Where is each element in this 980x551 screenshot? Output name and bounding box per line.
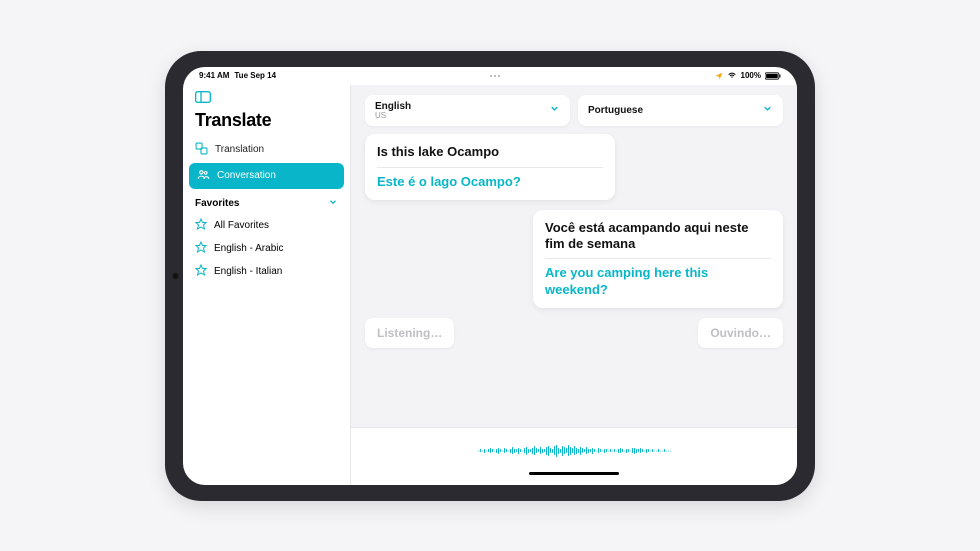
people-icon [197, 168, 210, 184]
star-icon [195, 241, 207, 256]
favorite-item[interactable]: All Favorites [183, 214, 350, 237]
status-time: 9:41 AM [199, 71, 229, 80]
screen: 9:41 AM Tue Sep 14 100% [183, 67, 797, 485]
bubble-target-text: Are you camping here this weekend? [545, 265, 771, 298]
status-bar: 9:41 AM Tue Sep 14 100% [183, 67, 797, 85]
bubble-source-text: Is this lake Ocampo [377, 144, 603, 160]
listening-status-right: Ouvindo… [698, 318, 783, 348]
chevron-down-icon [328, 197, 338, 210]
divider [545, 258, 771, 259]
bubble-target-text: Este é o lago Ocampo? [377, 174, 603, 190]
sidebar: Translate Translation Conversation Favor… [183, 85, 351, 485]
sidebar-item-label: Translation [215, 144, 264, 155]
favorite-label: English - Italian [214, 266, 282, 277]
sidebar-item-label: Conversation [217, 170, 276, 181]
chevron-down-icon [762, 101, 773, 119]
sidebar-toggle-icon[interactable] [195, 95, 211, 106]
source-language-select[interactable]: English US [365, 95, 570, 127]
chevron-down-icon [549, 101, 560, 119]
listening-status-left: Listening… [365, 318, 454, 348]
sidebar-item-conversation[interactable]: Conversation [189, 163, 344, 189]
sidebar-item-translation[interactable]: Translation [183, 137, 350, 163]
star-icon [195, 218, 207, 233]
input-bar [351, 427, 797, 485]
favorite-label: English - Arabic [214, 243, 283, 254]
bubble-source-text: Você está acampando aqui neste fim de se… [545, 220, 771, 253]
audio-waveform[interactable] [418, 442, 730, 460]
favorite-item[interactable]: English - Arabic [183, 237, 350, 260]
favorite-item[interactable]: English - Italian [183, 260, 350, 283]
status-date: Tue Sep 14 [234, 71, 276, 80]
target-language-select[interactable]: Portuguese [578, 95, 783, 127]
multitask-dots[interactable] [490, 75, 500, 77]
app-title: Translate [183, 110, 350, 137]
translate-icon [195, 142, 208, 158]
star-icon [195, 264, 207, 279]
lang-name: Portuguese [588, 105, 643, 116]
battery-icon [765, 72, 781, 80]
conversation-bubble[interactable]: Você está acampando aqui neste fim de se… [533, 210, 783, 308]
lang-sub: US [375, 112, 411, 121]
conversation-bubble[interactable]: Is this lake Ocampo Este é o lago Ocampo… [365, 134, 615, 200]
battery-pct: 100% [741, 71, 761, 80]
wifi-icon [727, 72, 737, 80]
favorite-label: All Favorites [214, 220, 269, 231]
lang-name: English [375, 101, 411, 112]
favorites-title: Favorites [195, 198, 239, 209]
divider [377, 167, 603, 168]
front-camera [172, 272, 179, 279]
location-icon [715, 72, 723, 80]
favorites-header[interactable]: Favorites [183, 189, 350, 214]
main-panel: English US Portuguese [351, 85, 797, 485]
home-indicator[interactable] [529, 472, 619, 475]
ipad-frame: 9:41 AM Tue Sep 14 100% [165, 51, 815, 501]
